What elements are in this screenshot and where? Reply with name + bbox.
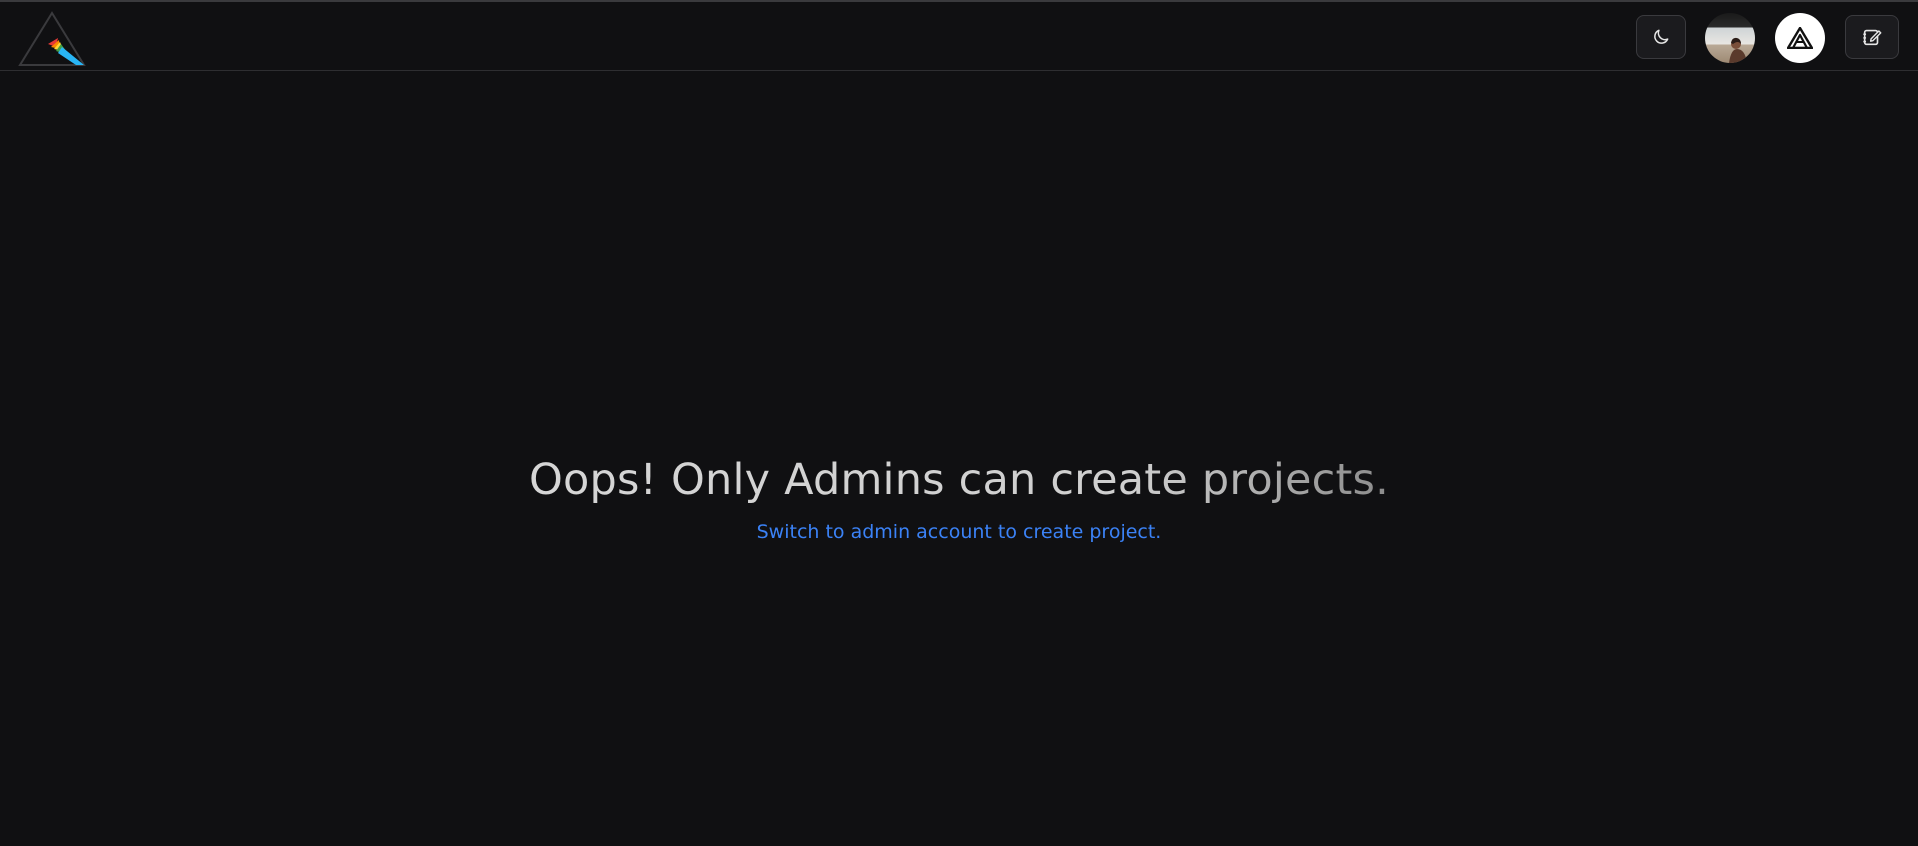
prism-logo-icon[interactable] [18, 11, 86, 67]
edit-note-icon [1863, 29, 1882, 46]
switch-admin-link[interactable]: Switch to admin account to create projec… [0, 518, 1918, 546]
theme-toggle-button[interactable] [1636, 15, 1686, 59]
moon-icon [1654, 29, 1669, 44]
no-permission-message: Oops! Only Admins can create projects. S… [0, 448, 1918, 546]
user-avatar[interactable] [1705, 13, 1755, 63]
user-photo-avatar [1705, 13, 1755, 63]
org-avatar[interactable] [1775, 13, 1825, 63]
org-logo-icon [1787, 27, 1813, 49]
page-title: Oops! Only Admins can create projects. [529, 448, 1389, 512]
compose-button[interactable] [1845, 15, 1899, 59]
app-header [0, 2, 1918, 71]
